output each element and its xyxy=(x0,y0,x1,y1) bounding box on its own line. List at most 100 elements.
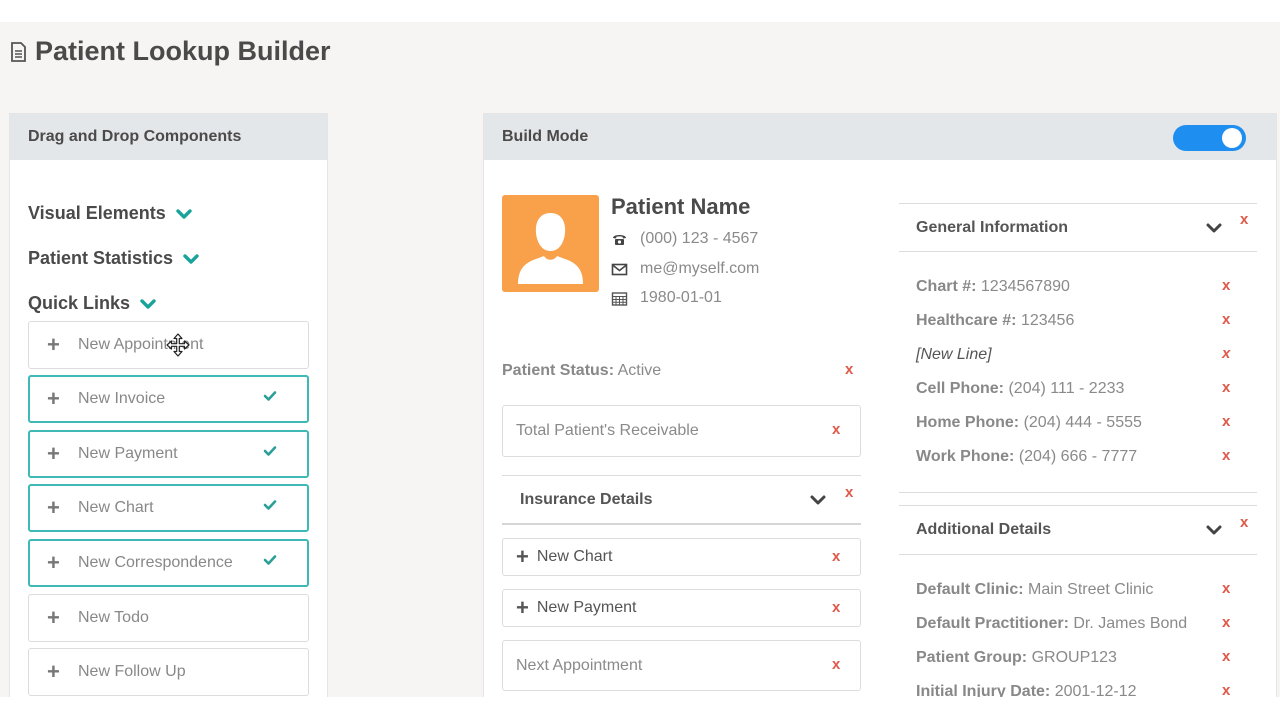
divider xyxy=(899,251,1257,252)
remove-general-info[interactable]: x xyxy=(1240,211,1248,228)
patient-dob: 1980-01-01 xyxy=(640,289,722,306)
chevron-down-icon[interactable] xyxy=(1206,525,1222,535)
remove-work-phone[interactable]: x xyxy=(1222,447,1230,464)
field-new-line: [New Line] xyxy=(916,346,992,364)
top-strip xyxy=(0,0,1280,22)
field-label: Cell Phone: xyxy=(916,380,1005,397)
patient-phone: (000) 123 - 4567 xyxy=(640,230,759,247)
patient-dob-line: 1980-01-01 xyxy=(611,289,722,307)
quick-link-label: New Chart xyxy=(78,499,154,516)
section-label: Quick Links xyxy=(28,293,131,313)
plus-icon: + xyxy=(47,495,60,520)
remove-new-chart[interactable]: x xyxy=(832,548,840,565)
quick-link-new-follow-up[interactable]: + New Follow Up xyxy=(28,648,309,696)
divider xyxy=(899,554,1257,555)
remove-next-appointment[interactable]: x xyxy=(832,656,840,673)
field-value: Main Street Clinic xyxy=(1028,581,1154,598)
divider xyxy=(502,523,861,525)
patient-status: Patient Status: Active xyxy=(502,362,661,380)
field-label: Work Phone: xyxy=(916,448,1015,465)
quick-link-label: New Follow Up xyxy=(78,663,186,680)
field-work-phone: Work Phone: (204) 666 - 7777 xyxy=(916,448,1137,466)
remove-new-payment[interactable]: x xyxy=(832,599,840,616)
remove-new-line[interactable]: x xyxy=(1222,345,1230,362)
remove-total-receivable[interactable]: x xyxy=(832,421,840,438)
patient-phone-line: (000) 123 - 4567 xyxy=(611,230,758,248)
components-panel-header: Drag and Drop Components xyxy=(10,114,327,160)
calendar-icon xyxy=(611,291,628,306)
total-receivable-label: Total Patient's Receivable xyxy=(516,422,699,439)
divider xyxy=(502,475,861,476)
section-label: Patient Statistics xyxy=(28,248,174,268)
new-payment-link[interactable]: + New Payment x xyxy=(502,589,861,627)
remove-insurance-details[interactable]: x xyxy=(845,484,853,501)
toggle-knob xyxy=(1222,128,1242,148)
new-payment-label: New Payment xyxy=(536,599,637,616)
build-mode-toggle[interactable] xyxy=(1173,125,1246,151)
envelope-icon xyxy=(611,263,628,275)
remove-default-practitioner[interactable]: x xyxy=(1222,614,1230,631)
next-appointment-label: Next Appointment xyxy=(516,656,643,674)
field-label: Chart #: xyxy=(916,278,977,295)
quick-link-new-chart[interactable]: + New Chart xyxy=(28,484,309,532)
plus-icon: + xyxy=(516,544,529,569)
field-cell-phone: Cell Phone: (204) 111 - 2233 xyxy=(916,380,1124,398)
remove-patient-status[interactable]: x xyxy=(845,361,853,378)
remove-healthcare-number[interactable]: x xyxy=(1222,311,1230,328)
remove-home-phone[interactable]: x xyxy=(1222,413,1230,430)
section-label: Visual Elements xyxy=(28,203,166,223)
quick-link-new-payment[interactable]: + New Payment xyxy=(28,430,309,478)
chevron-down-icon[interactable] xyxy=(810,495,826,505)
quick-link-new-correspondence[interactable]: + New Correspondence xyxy=(28,539,309,587)
patient-email: me@myself.com xyxy=(640,260,760,277)
plus-icon: + xyxy=(516,595,529,620)
plus-icon: + xyxy=(47,441,60,466)
field-default-practitioner: Default Practitioner: Dr. James Bond xyxy=(916,615,1187,633)
remove-cell-phone[interactable]: x xyxy=(1222,379,1230,396)
patient-name: Patient Name xyxy=(611,194,751,219)
additional-details-header: Additional Details xyxy=(916,521,1052,538)
field-chart-number: Chart #: 1234567890 xyxy=(916,278,1070,296)
remove-additional-details[interactable]: x xyxy=(1240,514,1248,531)
field-value: 123456 xyxy=(1020,312,1075,329)
document-icon xyxy=(11,41,26,62)
quick-link-new-todo[interactable]: + New Todo xyxy=(28,594,309,642)
field-healthcare-number: Healthcare #: 123456 xyxy=(916,312,1074,330)
quick-link-label: New Correspondence xyxy=(78,554,233,571)
patient-avatar xyxy=(502,195,599,292)
patient-status-label: Patient Status: xyxy=(502,362,615,379)
total-receivable-box: Total Patient's Receivable x xyxy=(502,405,861,457)
chevron-down-icon xyxy=(140,298,156,309)
chevron-down-icon[interactable] xyxy=(1206,223,1222,233)
field-patient-group: Patient Group: GROUP123 xyxy=(916,649,1117,667)
field-label: Patient Group: xyxy=(916,649,1028,666)
insurance-details-header: Insurance Details xyxy=(520,491,653,508)
new-chart-link[interactable]: + New Chart x xyxy=(502,538,861,576)
page-title-text: Patient Lookup Builder xyxy=(35,36,331,66)
section-quick-links[interactable]: Quick Links xyxy=(28,293,156,314)
person-silhouette-icon xyxy=(518,213,583,284)
remove-patient-group[interactable]: x xyxy=(1222,648,1230,665)
patient-email-line: me@myself.com xyxy=(611,260,759,278)
checkmark-icon xyxy=(263,500,277,510)
field-home-phone: Home Phone: (204) 444 - 5555 xyxy=(916,414,1142,432)
field-value: GROUP123 xyxy=(1031,649,1117,666)
divider xyxy=(899,203,1257,204)
build-mode-title: Build Mode xyxy=(502,128,589,145)
checkmark-icon xyxy=(263,391,277,401)
quick-link-new-invoice[interactable]: + New Invoice xyxy=(28,375,309,423)
chevron-down-icon xyxy=(176,208,192,219)
field-value: (204) 111 - 2233 xyxy=(1008,380,1125,397)
section-visual-elements[interactable]: Visual Elements xyxy=(28,203,192,224)
field-label: Default Practitioner: xyxy=(916,615,1069,632)
page-title: Patient Lookup Builder xyxy=(10,36,331,67)
remove-default-clinic[interactable]: x xyxy=(1222,580,1230,597)
section-patient-statistics[interactable]: Patient Statistics xyxy=(28,248,199,269)
remove-chart-number[interactable]: x xyxy=(1222,277,1230,294)
bottom-strip xyxy=(0,697,1280,720)
field-value: (204) 444 - 5555 xyxy=(1023,414,1142,431)
next-appointment-box: Next Appointment x xyxy=(502,640,861,691)
quick-link-label: New Invoice xyxy=(78,390,166,407)
field-value: 1234567890 xyxy=(980,278,1070,295)
field-default-clinic: Default Clinic: Main Street Clinic xyxy=(916,581,1153,599)
